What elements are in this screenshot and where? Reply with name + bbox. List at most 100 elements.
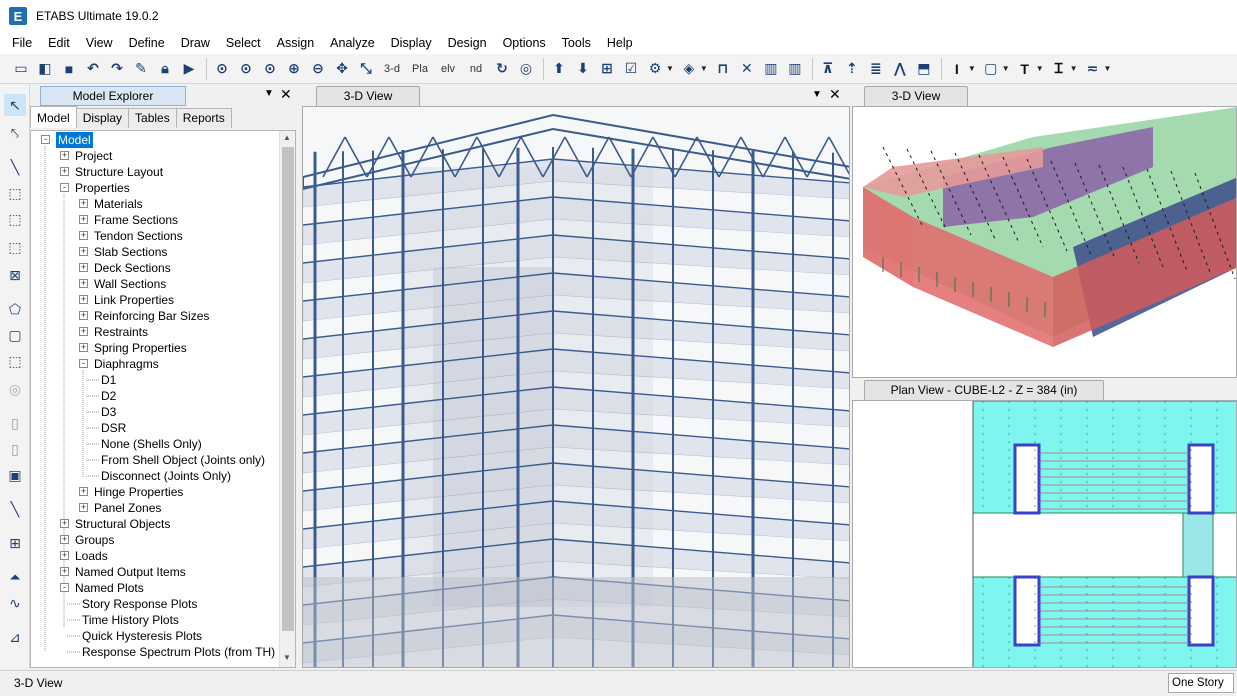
- tree-item[interactable]: Story Response Plots: [31, 596, 281, 612]
- scrollbar-thumb[interactable]: [282, 147, 294, 631]
- undo-icon[interactable]: ↶: [82, 58, 104, 80]
- tree-item-label[interactable]: Time History Plots: [82, 612, 179, 628]
- menu-select[interactable]: Select: [218, 32, 269, 54]
- menu-draw[interactable]: Draw: [173, 32, 218, 54]
- tree-item[interactable]: + Loads: [31, 548, 281, 564]
- tree-item[interactable]: None (Shells Only): [31, 436, 281, 452]
- tree-item[interactable]: - Diaphragms: [31, 356, 281, 372]
- draw-section-cut-icon[interactable]: ⏶: [4, 566, 26, 588]
- run-analysis-icon[interactable]: ▶: [178, 58, 200, 80]
- tree-item[interactable]: + Link Properties: [31, 292, 281, 308]
- chevron-down-icon[interactable]: ▼: [1002, 64, 1010, 73]
- tree-item-label[interactable]: Disconnect (Joints Only): [101, 468, 231, 484]
- story-selector[interactable]: One Story: [1168, 673, 1234, 693]
- tree-item[interactable]: + Restraints: [31, 324, 281, 340]
- tree-item-label[interactable]: Link Properties: [94, 292, 174, 308]
- tree-item-label[interactable]: Named Output Items: [75, 564, 186, 580]
- plan-viewport[interactable]: [852, 400, 1237, 668]
- open-model-icon[interactable]: ◧: [34, 58, 56, 80]
- zoom-window-icon[interactable]: ⊙: [211, 58, 233, 80]
- tree-item[interactable]: + Frame Sections: [31, 212, 281, 228]
- collapse-icon[interactable]: -: [60, 583, 69, 592]
- zoom-out-icon[interactable]: ⊖: [307, 58, 329, 80]
- tree-item-label[interactable]: Tendon Sections: [94, 228, 183, 244]
- tree-item[interactable]: Disconnect (Joints Only): [31, 468, 281, 484]
- close-icon[interactable]: ✕: [280, 86, 292, 103]
- menu-display[interactable]: Display: [383, 32, 440, 54]
- tree-item[interactable]: D3: [31, 404, 281, 420]
- redo-icon[interactable]: ↷: [106, 58, 128, 80]
- tree-item[interactable]: + Structure Layout: [31, 164, 281, 180]
- close-icon[interactable]: ✕: [829, 86, 841, 103]
- support-icon[interactable]: ▥: [784, 58, 806, 80]
- tree-item[interactable]: D2: [31, 388, 281, 404]
- draw-wall-stack-icon[interactable]: ▯: [4, 438, 26, 460]
- tree-item-label[interactable]: DSR: [101, 420, 126, 436]
- expand-icon[interactable]: +: [79, 263, 88, 272]
- expand-icon[interactable]: +: [79, 503, 88, 512]
- menu-view[interactable]: View: [78, 32, 121, 54]
- object-shape-icon[interactable]: ◈: [678, 58, 700, 80]
- main-3d-viewport[interactable]: [302, 106, 850, 668]
- pointer-icon[interactable]: ↖: [4, 94, 26, 116]
- main-3d-view-tab[interactable]: 3-D View: [316, 86, 420, 106]
- tab-model[interactable]: Model: [30, 106, 77, 128]
- column-section-icon[interactable]: Ɪ: [1048, 58, 1070, 80]
- tree-item[interactable]: Time History Plots: [31, 612, 281, 628]
- tree-item-label[interactable]: Quick Hysteresis Plots: [82, 628, 202, 644]
- expand-icon[interactable]: +: [79, 215, 88, 224]
- draw-quick-floor-icon[interactable]: ⬚: [4, 350, 26, 372]
- draw-grid-icon[interactable]: ⊞: [4, 532, 26, 554]
- menu-file[interactable]: File: [4, 32, 40, 54]
- tree-item-label[interactable]: Response Spectrum Plots (from TH): [82, 644, 275, 660]
- rotate-icon[interactable]: ↻: [491, 58, 513, 80]
- tree-item-label[interactable]: Properties: [75, 180, 130, 196]
- tab-display[interactable]: Display: [75, 108, 130, 128]
- elevation-view-button[interactable]: elv: [435, 58, 461, 80]
- expand-icon[interactable]: +: [60, 567, 69, 576]
- scroll-down-icon[interactable]: ▼: [283, 653, 291, 662]
- menu-edit[interactable]: Edit: [40, 32, 78, 54]
- expand-icon[interactable]: +: [60, 151, 69, 160]
- tree-item[interactable]: Quick Hysteresis Plots: [31, 628, 281, 644]
- draw-secondary-icon[interactable]: ⬚: [4, 236, 26, 258]
- tendon-icon[interactable]: ≂: [1082, 58, 1104, 80]
- tree-item[interactable]: + Tendon Sections: [31, 228, 281, 244]
- tree-item[interactable]: + Named Output Items: [31, 564, 281, 580]
- secondary-3d-viewport[interactable]: [852, 106, 1237, 378]
- tree-item[interactable]: - Named Plots: [31, 580, 281, 596]
- chevron-down-icon[interactable]: ▼: [1070, 64, 1078, 73]
- tree-item[interactable]: Response Spectrum Plots (from TH): [31, 644, 281, 660]
- tree-item-label[interactable]: Groups: [75, 532, 114, 548]
- tree-item[interactable]: + Materials: [31, 196, 281, 212]
- tree-item-label[interactable]: D3: [101, 404, 116, 420]
- tree-item-label[interactable]: Structural Objects: [75, 516, 170, 532]
- tree-item-label[interactable]: Deck Sections: [94, 260, 171, 276]
- plan-view-button[interactable]: Pla: [407, 58, 433, 80]
- tree-item[interactable]: + Slab Sections: [31, 244, 281, 260]
- menu-define[interactable]: Define: [121, 32, 173, 54]
- chevron-down-icon[interactable]: ▼: [1036, 64, 1044, 73]
- tree-item-label[interactable]: Frame Sections: [94, 212, 178, 228]
- draw-line-icon[interactable]: ╲: [4, 156, 26, 178]
- model-explorer-title[interactable]: Model Explorer: [40, 86, 186, 106]
- measure-icon[interactable]: ⤡: [355, 58, 377, 80]
- tree-item[interactable]: + Deck Sections: [31, 260, 281, 276]
- menu-help[interactable]: Help: [599, 32, 641, 54]
- plan-view-tab[interactable]: Plan View - CUBE-L2 - Z = 384 (in): [864, 380, 1104, 400]
- expand-icon[interactable]: +: [79, 311, 88, 320]
- tree-item[interactable]: + Groups: [31, 532, 281, 548]
- collapse-icon[interactable]: -: [41, 135, 50, 144]
- slab-icon[interactable]: ⬒: [913, 58, 935, 80]
- expand-icon[interactable]: +: [79, 279, 88, 288]
- i-beam-icon[interactable]: I: [946, 58, 968, 80]
- chevron-down-icon[interactable]: ▼: [700, 64, 708, 73]
- menu-analyze[interactable]: Analyze: [322, 32, 382, 54]
- chevron-down-icon[interactable]: ▼: [666, 64, 674, 73]
- draw-opening-icon[interactable]: ◎: [4, 378, 26, 400]
- draw-area-icon[interactable]: ▣: [4, 464, 26, 486]
- move-down-icon[interactable]: ⬇: [572, 58, 594, 80]
- checkbox-icon[interactable]: ☑: [620, 58, 642, 80]
- bracing-icon[interactable]: ⊼: [817, 58, 839, 80]
- restraint-icon[interactable]: ✕: [736, 58, 758, 80]
